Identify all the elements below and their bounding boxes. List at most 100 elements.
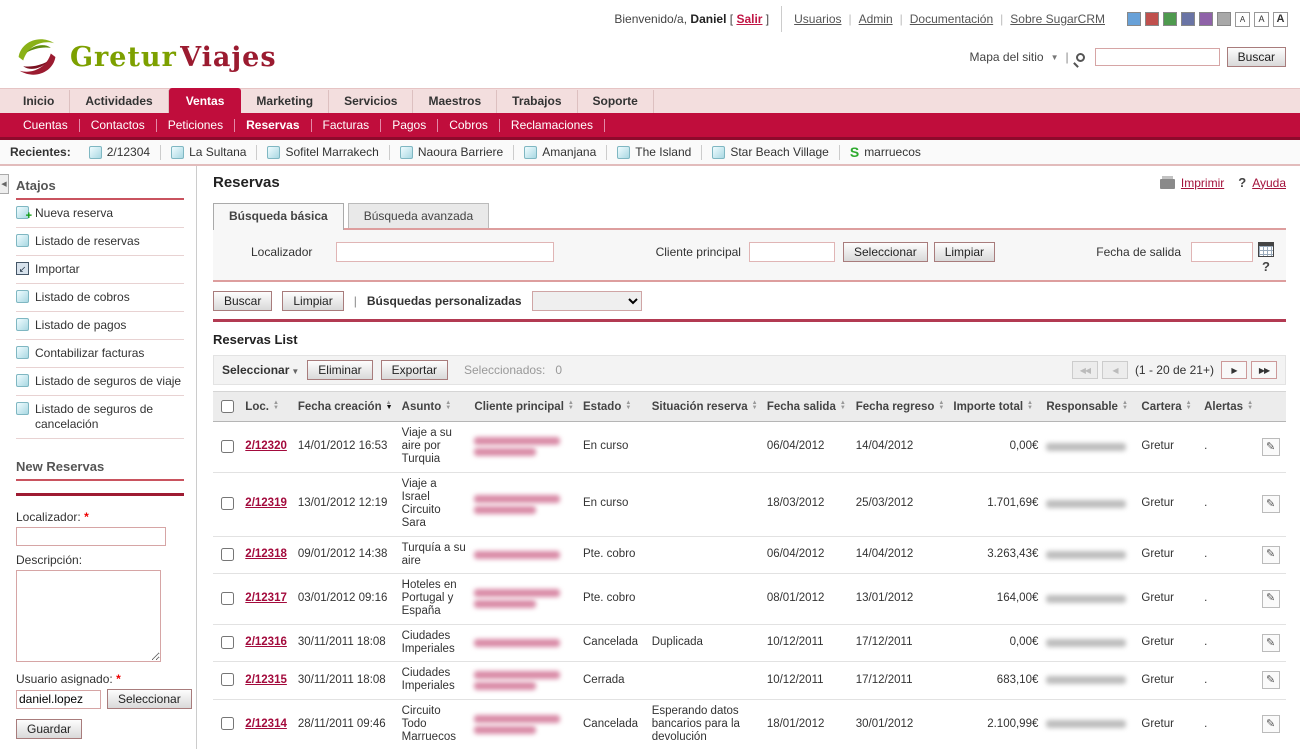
column-header-responsable[interactable]: Responsable▲▼ — [1042, 392, 1137, 422]
column-header-situaci-n-reserva[interactable]: Situación reserva▲▼ — [648, 392, 763, 422]
search-tab-b-squeda-avanzada[interactable]: Búsqueda avanzada — [348, 203, 489, 228]
column-header-importe-total[interactable]: Importe total▲▼ — [949, 392, 1042, 422]
theme-swatch-2[interactable] — [1145, 12, 1159, 26]
search-localizador-input[interactable] — [336, 242, 554, 262]
tab-ventas[interactable]: Ventas — [169, 88, 242, 113]
row-checkbox[interactable] — [221, 497, 234, 510]
reserva-link[interactable]: 2/12319 — [245, 497, 287, 509]
recent-item-marruecos[interactable]: Smarruecos — [840, 144, 931, 160]
reserva-link[interactable]: 2/12315 — [245, 674, 287, 686]
top-link-sobre-sugarcrm[interactable]: Sobre SugarCRM — [1010, 12, 1105, 26]
sort-icon[interactable]: ▲▼ — [445, 401, 451, 411]
sort-icon[interactable]: ▲▼ — [386, 401, 393, 411]
tab-servicios[interactable]: Servicios — [329, 90, 413, 113]
sort-icon[interactable]: ▲▼ — [1122, 401, 1128, 411]
buscar-button[interactable]: Buscar — [213, 291, 272, 311]
recent-item-la-sultana[interactable]: La Sultana — [161, 144, 256, 160]
saved-searches-select[interactable] — [532, 291, 642, 311]
print-icon[interactable] — [1160, 179, 1175, 189]
shortcut-nueva-reserva[interactable]: Nueva reserva — [16, 200, 184, 228]
row-checkbox[interactable] — [221, 673, 234, 686]
column-header-fecha-creaci-n[interactable]: Fecha creación▲▼ — [294, 392, 398, 422]
edit-pencil-icon[interactable]: ✎ — [1262, 438, 1280, 456]
font-size-button-2[interactable]: A — [1254, 12, 1269, 27]
row-checkbox[interactable] — [221, 636, 234, 649]
row-checkbox[interactable] — [221, 592, 234, 605]
shortcut-listado-de-cobros[interactable]: Listado de cobros — [16, 284, 184, 312]
edit-pencil-icon[interactable]: ✎ — [1262, 715, 1280, 733]
search-fecha-input[interactable] — [1191, 242, 1253, 262]
column-header-alertas[interactable]: Alertas▲▼ — [1200, 392, 1258, 422]
global-search-input[interactable] — [1095, 48, 1220, 66]
tab-actividades[interactable]: Actividades — [70, 90, 168, 113]
search-tab-b-squeda-b-sica[interactable]: Búsqueda básica — [213, 203, 344, 230]
page-first-button[interactable]: ◀◀ — [1072, 361, 1098, 379]
recent-item-sofitel-marrakech[interactable]: Sofitel Marrakech — [257, 144, 388, 160]
recent-item-2-12304[interactable]: 2/12304 — [79, 144, 160, 160]
shortcut-listado-de-seguros-de-viaje[interactable]: Listado de seguros de viaje — [16, 368, 184, 396]
exportar-button[interactable]: Exportar — [381, 360, 448, 380]
date-format-help[interactable]: ? — [1262, 259, 1270, 274]
shortcut-contabilizar-facturas[interactable]: Contabilizar facturas — [16, 340, 184, 368]
top-link-documentaci-n[interactable]: Documentación — [910, 12, 993, 26]
top-link-admin[interactable]: Admin — [859, 12, 893, 26]
recent-item-amanjana[interactable]: Amanjana — [514, 144, 606, 160]
column-header-cartera[interactable]: Cartera▲▼ — [1137, 392, 1200, 422]
sort-icon[interactable]: ▲▼ — [625, 401, 631, 411]
descripcion-field[interactable] — [16, 570, 161, 662]
sort-icon[interactable]: ▲▼ — [840, 401, 846, 411]
global-search-button[interactable]: Buscar — [1227, 47, 1286, 67]
seleccionar-dropdown[interactable]: Seleccionar▼ — [222, 363, 299, 377]
subnav-item-cobros[interactable]: Cobros — [438, 116, 499, 134]
sitemap-link[interactable]: Mapa del sitio — [970, 50, 1044, 64]
recent-item-the-island[interactable]: The Island — [607, 144, 701, 160]
sort-icon[interactable]: ▲▼ — [1027, 401, 1033, 411]
column-header-loc[interactable]: Loc.▲▼ — [241, 392, 294, 422]
sort-icon[interactable]: ▲▼ — [938, 401, 944, 411]
usuario-seleccionar-button[interactable]: Seleccionar — [107, 689, 192, 709]
reserva-link[interactable]: 2/12316 — [245, 636, 287, 648]
limpiar-button[interactable]: Limpiar — [282, 291, 343, 311]
font-size-button-3[interactable]: A — [1273, 12, 1288, 27]
sort-icon[interactable]: ▲▼ — [752, 401, 758, 411]
top-link-usuarios[interactable]: Usuarios — [794, 12, 841, 26]
edit-pencil-icon[interactable]: ✎ — [1262, 495, 1280, 513]
edit-pencil-icon[interactable]: ✎ — [1262, 671, 1280, 689]
font-size-button-1[interactable]: A — [1235, 12, 1250, 27]
subnav-item-reclamaciones[interactable]: Reclamaciones — [500, 116, 604, 134]
reserva-link[interactable]: 2/12317 — [245, 592, 287, 604]
reserva-link[interactable]: 2/12318 — [245, 548, 287, 560]
page-next-button[interactable]: ▶ — [1221, 361, 1247, 379]
column-header-asunto[interactable]: Asunto▲▼ — [398, 392, 471, 422]
shortcut-listado-de-seguros-de-cancelaci-n[interactable]: Listado de seguros de cancelación — [16, 396, 184, 439]
sort-icon[interactable]: ▲▼ — [1186, 401, 1192, 411]
column-header-cliente-principal[interactable]: Cliente principal▲▼ — [470, 392, 579, 422]
recent-item-star-beach-village[interactable]: Star Beach Village — [702, 144, 839, 160]
subnav-item-reservas[interactable]: Reservas — [235, 116, 310, 134]
row-checkbox[interactable] — [221, 717, 234, 730]
ayuda-link[interactable]: Ayuda — [1252, 176, 1286, 190]
sidebar-collapse-handle[interactable]: ◀ — [0, 174, 9, 194]
subnav-item-peticiones[interactable]: Peticiones — [157, 116, 234, 134]
eliminar-button[interactable]: Eliminar — [307, 360, 372, 380]
page-prev-button[interactable]: ◀ — [1102, 361, 1128, 379]
calendar-icon[interactable] — [1258, 242, 1274, 257]
sort-icon[interactable]: ▲▼ — [1247, 401, 1253, 411]
shortcut-importar[interactable]: ↙Importar — [16, 256, 184, 284]
row-checkbox[interactable] — [221, 548, 234, 561]
subnav-item-contactos[interactable]: Contactos — [80, 116, 156, 134]
page-last-button[interactable]: ▶▶ — [1251, 361, 1277, 379]
search-cliente-input[interactable] — [749, 242, 835, 262]
subnav-item-facturas[interactable]: Facturas — [312, 116, 381, 134]
cliente-seleccionar-button[interactable]: Seleccionar — [843, 242, 928, 262]
theme-swatch-1[interactable] — [1127, 12, 1141, 26]
tab-maestros[interactable]: Maestros — [413, 90, 497, 113]
localizador-field[interactable] — [16, 527, 166, 546]
search-icon[interactable] — [1076, 53, 1085, 62]
sort-icon[interactable]: ▲▼ — [568, 401, 574, 411]
subnav-item-pagos[interactable]: Pagos — [381, 116, 437, 134]
reserva-link[interactable]: 2/12314 — [245, 718, 287, 730]
tab-soporte[interactable]: Soporte — [578, 90, 654, 113]
tab-inicio[interactable]: Inicio — [8, 90, 70, 113]
theme-swatch-5[interactable] — [1199, 12, 1213, 26]
